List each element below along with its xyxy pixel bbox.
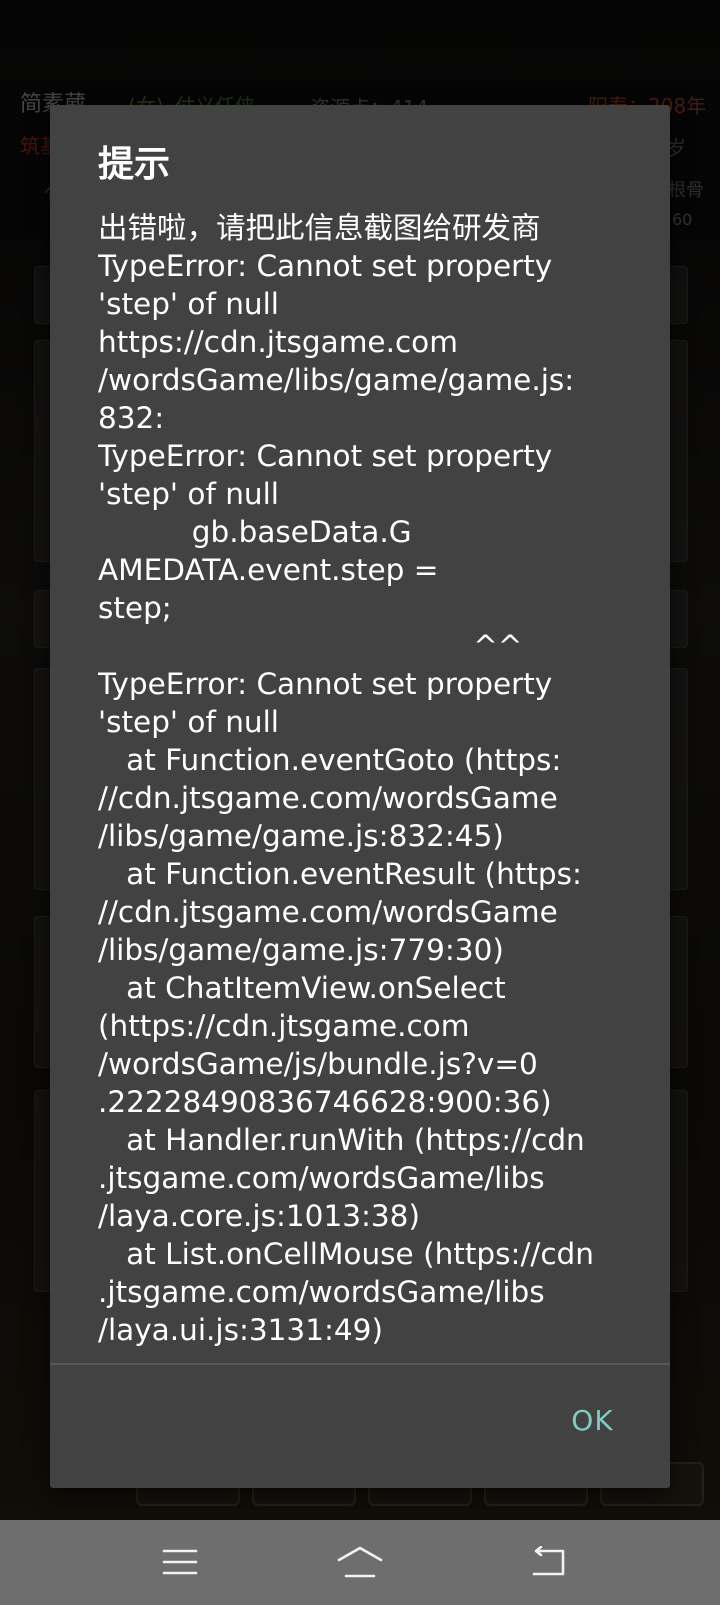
nav-menu-button[interactable] [140,1534,220,1590]
error-message-line: 'step' of null [98,287,280,321]
error-message-line: https://cdn.jtsgame.com [98,325,458,359]
error-message-line: at Handler.runWith (https://cdn [98,1123,585,1157]
error-message-line: /laya.ui.js:3131:49) [98,1313,383,1347]
error-message-line: 'step' of null [98,705,280,739]
error-message-line: (https://cdn.jtsgame.com [98,1009,470,1043]
error-message-line: AMEDATA.event.step = [98,553,439,587]
error-message[interactable]: 出错啦，请把此信息截图给研发商 TypeError: Cannot set pro… [98,209,670,1463]
error-message-line: at Function.eventGoto (https: [98,743,562,777]
error-message-line: /libs/game/game.js:779:30) [98,933,504,967]
nav-home-button[interactable] [320,1534,400,1590]
system-nav-bar [0,1520,720,1605]
error-message-line: at ChatItemView.onSelect [98,971,506,1005]
ok-button[interactable]: OK [540,1387,645,1453]
dialog-divider [50,1363,670,1365]
error-dialog: 提示 出错啦，请把此信息截图给研发商 TypeError: Cannot set … [50,105,670,1488]
back-icon [532,1546,565,1576]
error-message-line: /laya.core.js:1013:38) [98,1199,420,1233]
error-message-line: at List.onCellMouse (https://cdn [98,1237,594,1271]
error-message-line: //cdn.jtsgame.com/wordsGame [98,781,558,815]
error-message-line: 出错啦，请把此信息截图给研发商 [98,211,541,245]
menu-icon [162,1549,198,1575]
home-icon [337,1546,383,1578]
error-message-line: 832: [98,401,165,435]
error-message-line: ^^ [98,629,523,663]
error-message-line: TypeError: Cannot set property [98,667,553,701]
error-message-line: gb.baseData.G [98,515,412,549]
error-message-line: /wordsGame/libs/game/game.js: [98,363,575,397]
error-message-line: at Function.eventResult (https: [98,857,582,891]
error-message-line: /wordsGame/js/bundle.js?v=0 [98,1047,538,1081]
error-message-line: step; [98,591,172,625]
error-message-line: 'step' of null [98,477,280,511]
error-message-line: //cdn.jtsgame.com/wordsGame [98,895,558,929]
error-message-line: /libs/game/game.js:832:45) [98,819,504,853]
error-message-line: .22228490836746628:900:36) [98,1085,552,1119]
error-message-line: TypeError: Cannot set property [98,249,553,283]
dialog-title: 提示 [98,144,171,185]
error-message-line: TypeError: Cannot set property [98,439,553,473]
error-message-line: .jtsgame.com/wordsGame/libs [98,1275,545,1309]
error-message-line: .jtsgame.com/wordsGame/libs [98,1161,545,1195]
nav-back-button[interactable] [508,1534,588,1590]
